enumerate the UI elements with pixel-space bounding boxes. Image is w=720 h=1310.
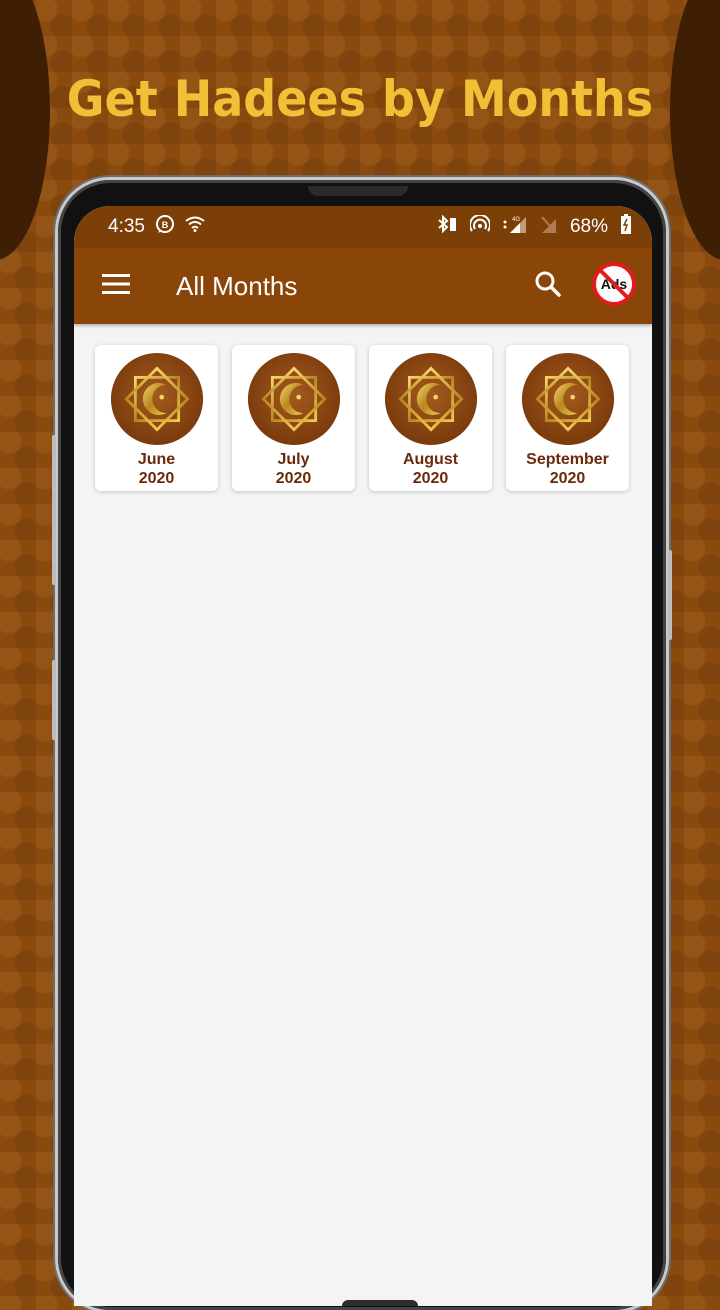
month-card[interactable]: July 2020 <box>232 345 355 491</box>
background-decor-left <box>0 0 50 260</box>
search-icon <box>534 270 562 303</box>
crescent-star-badge-icon <box>384 352 478 446</box>
bluetooth-icon <box>436 214 458 239</box>
svg-text:4G: 4G <box>512 217 520 223</box>
month-label: August 2020 <box>402 451 459 487</box>
month-label: September 2020 <box>526 451 609 487</box>
months-grid: June 2020 July 2020 August 2020 Septembe… <box>74 324 652 491</box>
bixby-button <box>52 660 56 740</box>
crescent-star-badge-icon <box>521 352 615 446</box>
crescent-star-badge-icon <box>110 352 204 446</box>
power-button <box>668 550 672 640</box>
month-label: June 2020 <box>137 451 176 487</box>
no-sim-icon <box>540 215 558 239</box>
volume-button <box>52 435 56 585</box>
wifi-icon <box>185 216 205 238</box>
no-ads-icon: Ads <box>592 261 636 311</box>
crescent-star-badge-icon <box>247 352 341 446</box>
month-card[interactable]: August 2020 <box>369 345 492 491</box>
page-title: All Months <box>176 270 298 301</box>
month-card[interactable]: September 2020 <box>506 345 629 491</box>
app-screen: 4:35 B 4G 68% All Months June 2020 July … <box>74 206 652 1306</box>
search-button[interactable] <box>524 262 572 310</box>
beeline-app-icon: B <box>155 214 175 240</box>
remove-ads-button[interactable]: Ads <box>590 261 638 311</box>
app-bar: All Months Ads <box>74 248 652 324</box>
signal-4g-icon: 4G <box>502 215 528 239</box>
phone-speaker <box>308 186 408 196</box>
menu-button[interactable] <box>86 256 146 316</box>
promo-title: Get Hadees by Months <box>66 70 654 128</box>
status-time: 4:35 <box>108 216 145 237</box>
status-bar: 4:35 B 4G 68% <box>74 206 652 248</box>
battery-icon <box>620 214 632 240</box>
hotspot-icon <box>469 214 491 239</box>
battery-text: 68% <box>569 216 608 237</box>
background-decor-right <box>670 0 720 260</box>
phone-frame: 4:35 B 4G 68% All Months June 2020 July … <box>52 180 672 1310</box>
month-label: July 2020 <box>275 451 312 487</box>
home-indicator <box>342 1300 418 1306</box>
hamburger-menu-icon <box>102 273 130 300</box>
month-card[interactable]: June 2020 <box>95 345 218 491</box>
svg-text:B: B <box>162 220 169 230</box>
